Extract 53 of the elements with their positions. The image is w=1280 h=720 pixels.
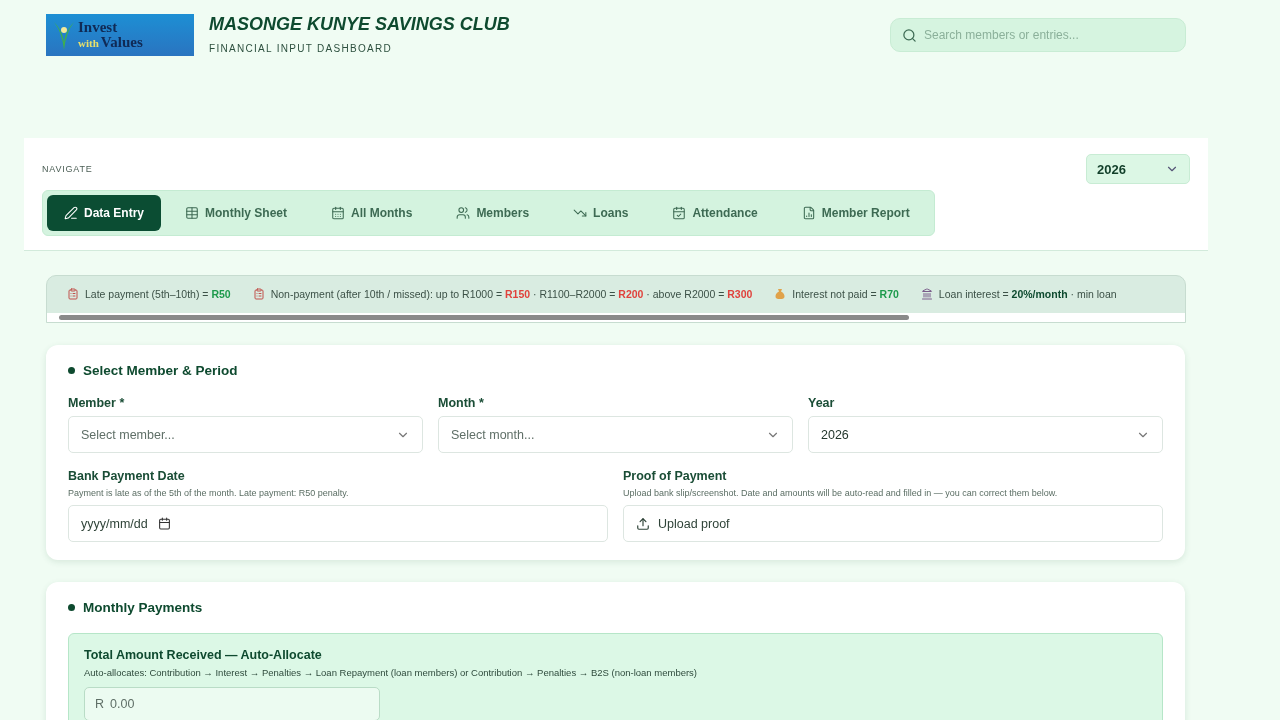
- table-icon: [185, 206, 200, 220]
- app-title: MASONGE KUNYE SAVINGS CLUB: [209, 14, 510, 35]
- report-icon: [801, 206, 816, 220]
- field-hint: Payment is late as of the 5th of the month. Late payment: R50 penalty.: [68, 488, 350, 498]
- app-subtitle: FINANCIAL INPUT DASHBOARD: [209, 43, 394, 54]
- field-label: Year: [808, 396, 836, 410]
- field-label: Member *: [68, 396, 126, 410]
- section-title: Monthly Payments: [83, 600, 203, 615]
- clipboard-icon: [67, 288, 79, 300]
- logo-text: Invest: [78, 20, 119, 35]
- calendar-icon: [157, 517, 171, 530]
- panel-title: Total Amount Received — Auto-Allocate: [84, 648, 323, 662]
- section-title: Select Member & Period: [83, 363, 238, 378]
- calendar-icon: [331, 206, 346, 220]
- nav-tab[interactable]: Monthly Sheet: [165, 195, 308, 231]
- field-label: Month *: [438, 396, 485, 410]
- select-field[interactable]: 2026: [808, 416, 1163, 453]
- nav-label: NAVIGATE: [42, 164, 93, 174]
- rule-text: Interest not paid = R70: [792, 288, 899, 300]
- field-label: Proof of Payment: [623, 469, 728, 483]
- search-field[interactable]: Search members or entries...: [890, 18, 1186, 52]
- nav-tab[interactable]: All Months: [311, 195, 433, 231]
- rule-text: Loan interest = 20%/month · min loan: [938, 288, 1117, 300]
- calendar-check-icon: [672, 206, 687, 220]
- amount-field[interactable]: R 0.00: [84, 687, 380, 720]
- year-select[interactable]: 2026: [1086, 154, 1190, 184]
- amount-placeholder: 0.00: [110, 697, 135, 711]
- select-field[interactable]: Select member...: [68, 416, 423, 453]
- logo-text: with: [78, 38, 99, 49]
- nav-tab[interactable]: Member Report: [781, 195, 930, 231]
- clipboard-icon: [252, 288, 265, 300]
- field-label: Bank Payment Date: [68, 469, 186, 483]
- scrollbar[interactable]: [47, 313, 1185, 322]
- pen-icon: [64, 206, 78, 220]
- date-field[interactable]: yyyy/mm/dd: [68, 505, 608, 542]
- rule-text: Non-payment (after 10th / missed): up to R1000 = R150 · R1100–R2000 = R200 · above R2000 = R300: [270, 288, 753, 300]
- panel-hint: Auto-allocates: Contribution → Interest → Penalties → Loan Repayment (loan members) or Contribution → Penalties → B2S (non-loan members): [84, 667, 699, 678]
- nav-tab[interactable]: Members: [436, 195, 550, 231]
- bullet-icon: [68, 367, 75, 374]
- bank-icon: [920, 288, 933, 300]
- money-bag-icon: [774, 288, 787, 300]
- logo-text: Values: [100, 35, 143, 50]
- rule-text: Late payment (5th–10th) = R50: [85, 288, 231, 300]
- bullet-icon: [68, 604, 75, 611]
- users-icon: [456, 206, 471, 220]
- upload-button[interactable]: Upload proof: [623, 505, 1163, 542]
- nav-tab[interactable]: Loans: [553, 195, 649, 231]
- nav-tab[interactable]: Data Entry: [47, 195, 162, 231]
- select-field[interactable]: Select month...: [438, 416, 793, 453]
- nav-tab[interactable]: Attendance: [652, 195, 778, 231]
- upload-icon: [636, 516, 650, 531]
- field-hint: Upload bank slip/screenshot. Date and amounts will be auto-read and filled in — you can correct them below.: [623, 488, 1059, 498]
- currency-label: R: [95, 697, 105, 711]
